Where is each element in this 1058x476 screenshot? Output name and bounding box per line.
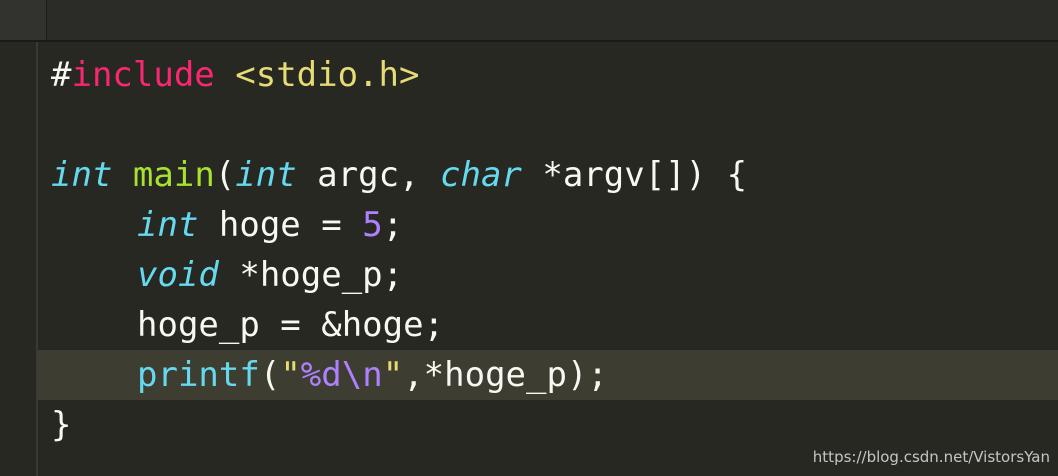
token-escape: \n: [341, 355, 383, 395]
token-hoge-assign: hoge =: [198, 205, 363, 245]
token-close-brace: }: [51, 405, 72, 445]
watermark: https://blog.csdn.net/VistorsYan: [812, 448, 1050, 466]
code-line-7-current: printf("%d\n",*hoge_p);: [38, 350, 1058, 400]
token-hoge-p-decl: *hoge_p;: [218, 255, 404, 295]
code-line-1: #include <stdio.h>: [38, 50, 1058, 100]
code-line-5: void *hoge_p;: [38, 250, 1058, 300]
token-format: %d: [300, 355, 342, 395]
token-type-int: int: [51, 155, 113, 195]
token-assign-address: hoge_p = &hoge;: [137, 305, 445, 345]
token-semicolon: ;: [382, 205, 404, 245]
token-printf: printf: [137, 355, 260, 395]
token-argv: *argv[]) {: [521, 155, 748, 195]
code-line-4: int hoge = 5;: [38, 200, 1058, 250]
token-type-void: void: [137, 255, 219, 295]
token-type-char: char: [440, 155, 522, 195]
token-type-int: int: [137, 205, 199, 245]
token-quote-open: ": [280, 355, 301, 395]
token-include: include: [71, 55, 215, 95]
token-printf-args: ,*hoge_p);: [403, 355, 608, 395]
tab-bar: [0, 0, 1058, 42]
token-type-int: int: [235, 155, 297, 195]
code-line-8: }: [38, 400, 1058, 450]
code-line-3: int main(int argc, char *argv[]) {: [38, 150, 1058, 200]
code-area[interactable]: #include <stdio.h> int main(int argc, ch…: [38, 50, 1058, 450]
line-gutter: [0, 42, 38, 476]
token-paren: (: [259, 355, 281, 395]
code-editor[interactable]: #include <stdio.h> int main(int argc, ch…: [0, 0, 1058, 476]
token-number: 5: [362, 205, 383, 245]
code-line-6: hoge_p = &hoge;: [38, 300, 1058, 350]
token-argc: argc,: [296, 155, 440, 195]
token-fn-main: main: [132, 155, 215, 195]
token-header: <stdio.h>: [235, 55, 420, 95]
tab-stub[interactable]: [0, 0, 47, 40]
token-hash: #: [51, 55, 72, 95]
token-quote-close: ": [382, 355, 404, 395]
token-paren: (: [214, 155, 236, 195]
